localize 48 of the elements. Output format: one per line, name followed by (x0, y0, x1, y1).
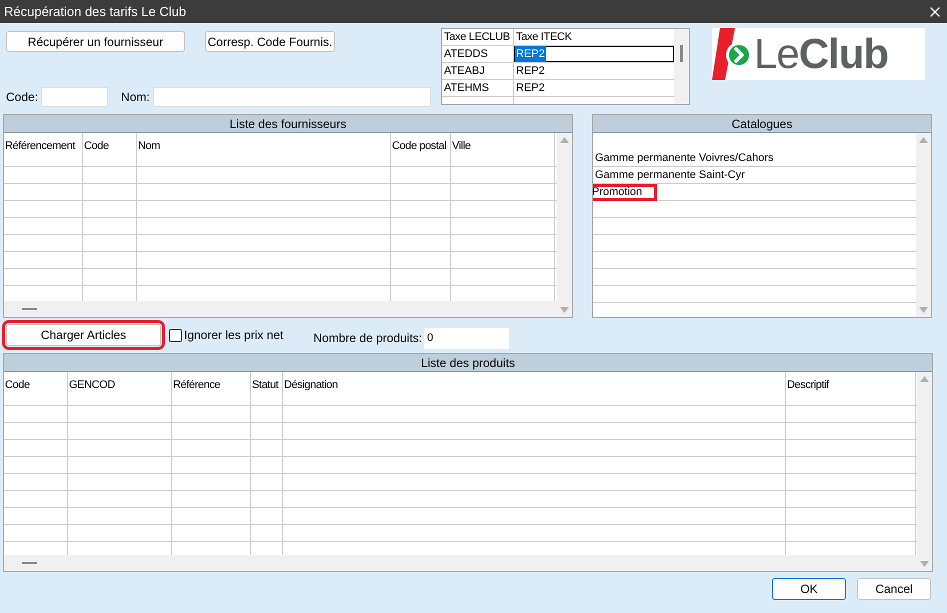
table-cell-text: REP2 (515, 64, 545, 79)
column-header[interactable]: Nom (137, 140, 160, 152)
column-header[interactable]: Référencement (4, 140, 76, 152)
checkbox-label: Ignorer les prix net (184, 327, 284, 344)
table-cell-text: REP2 (515, 80, 545, 96)
checkbox[interactable] (169, 328, 182, 342)
panel-title: Liste des fournisseurs (4, 115, 572, 133)
dialog-button[interactable]: OK (772, 578, 846, 600)
input-field[interactable] (152, 87, 431, 107)
window-title: Récupération des tarifs Le Club (4, 2, 186, 21)
scroll-thumb[interactable] (22, 562, 37, 564)
scroll-up-arrow[interactable] (920, 376, 929, 382)
table-cell-text: ATEABJ (443, 64, 485, 79)
product-count-field[interactable]: 0 (424, 328, 510, 348)
field-label: Nombre de produits: (313, 330, 422, 347)
catalogue-item[interactable]: Gamme permanente Saint-Cyr (593, 166, 745, 184)
scroll-thumb[interactable] (680, 45, 683, 62)
scroll-down-arrow[interactable] (920, 561, 929, 567)
logo-text: LeClub (754, 33, 888, 75)
column-header[interactable]: Descriptif (786, 379, 829, 391)
toolbar-button[interactable]: Récupérer un fournisseur (6, 31, 185, 52)
column-header[interactable]: Référence (172, 379, 220, 391)
column-header[interactable]: Code (4, 379, 30, 391)
input-field[interactable] (41, 87, 108, 107)
column-header[interactable]: Statut (251, 379, 278, 391)
column-header[interactable]: Taxe ITECK (514, 28, 572, 46)
field-label: Nom: (121, 89, 150, 106)
cell-editor[interactable]: REP2 (514, 46, 674, 62)
panel-title: Liste des produits (4, 354, 932, 372)
toolbar-button[interactable]: Corresp. Code Fournis. (205, 31, 335, 52)
catalogue-item[interactable]: Gamme permanente Voivres/Cahors (593, 150, 774, 166)
dialog-button[interactable]: Cancel (857, 578, 931, 600)
panel-title: Catalogues (593, 115, 931, 133)
column-header[interactable]: Code (83, 140, 109, 152)
scroll-down-arrow[interactable] (560, 307, 569, 313)
scroll-down-arrow[interactable] (919, 307, 928, 313)
field-label: Code: (6, 89, 38, 106)
scroll-up-arrow[interactable] (919, 137, 928, 143)
column-header[interactable]: Code postal (391, 140, 446, 152)
table-cell-text: ATEHMS (443, 80, 490, 96)
scroll-up-arrow[interactable] (560, 137, 569, 143)
column-header[interactable]: Ville (451, 140, 471, 152)
column-header[interactable]: Taxe LECLUB (442, 28, 510, 46)
column-header[interactable]: GENCOD (68, 379, 115, 391)
table-cell-text: ATEDDS (443, 46, 488, 62)
column-header[interactable]: Désignation (283, 379, 338, 391)
catalogue-item[interactable]: Promotion (593, 184, 658, 200)
scroll-thumb[interactable] (22, 308, 37, 310)
